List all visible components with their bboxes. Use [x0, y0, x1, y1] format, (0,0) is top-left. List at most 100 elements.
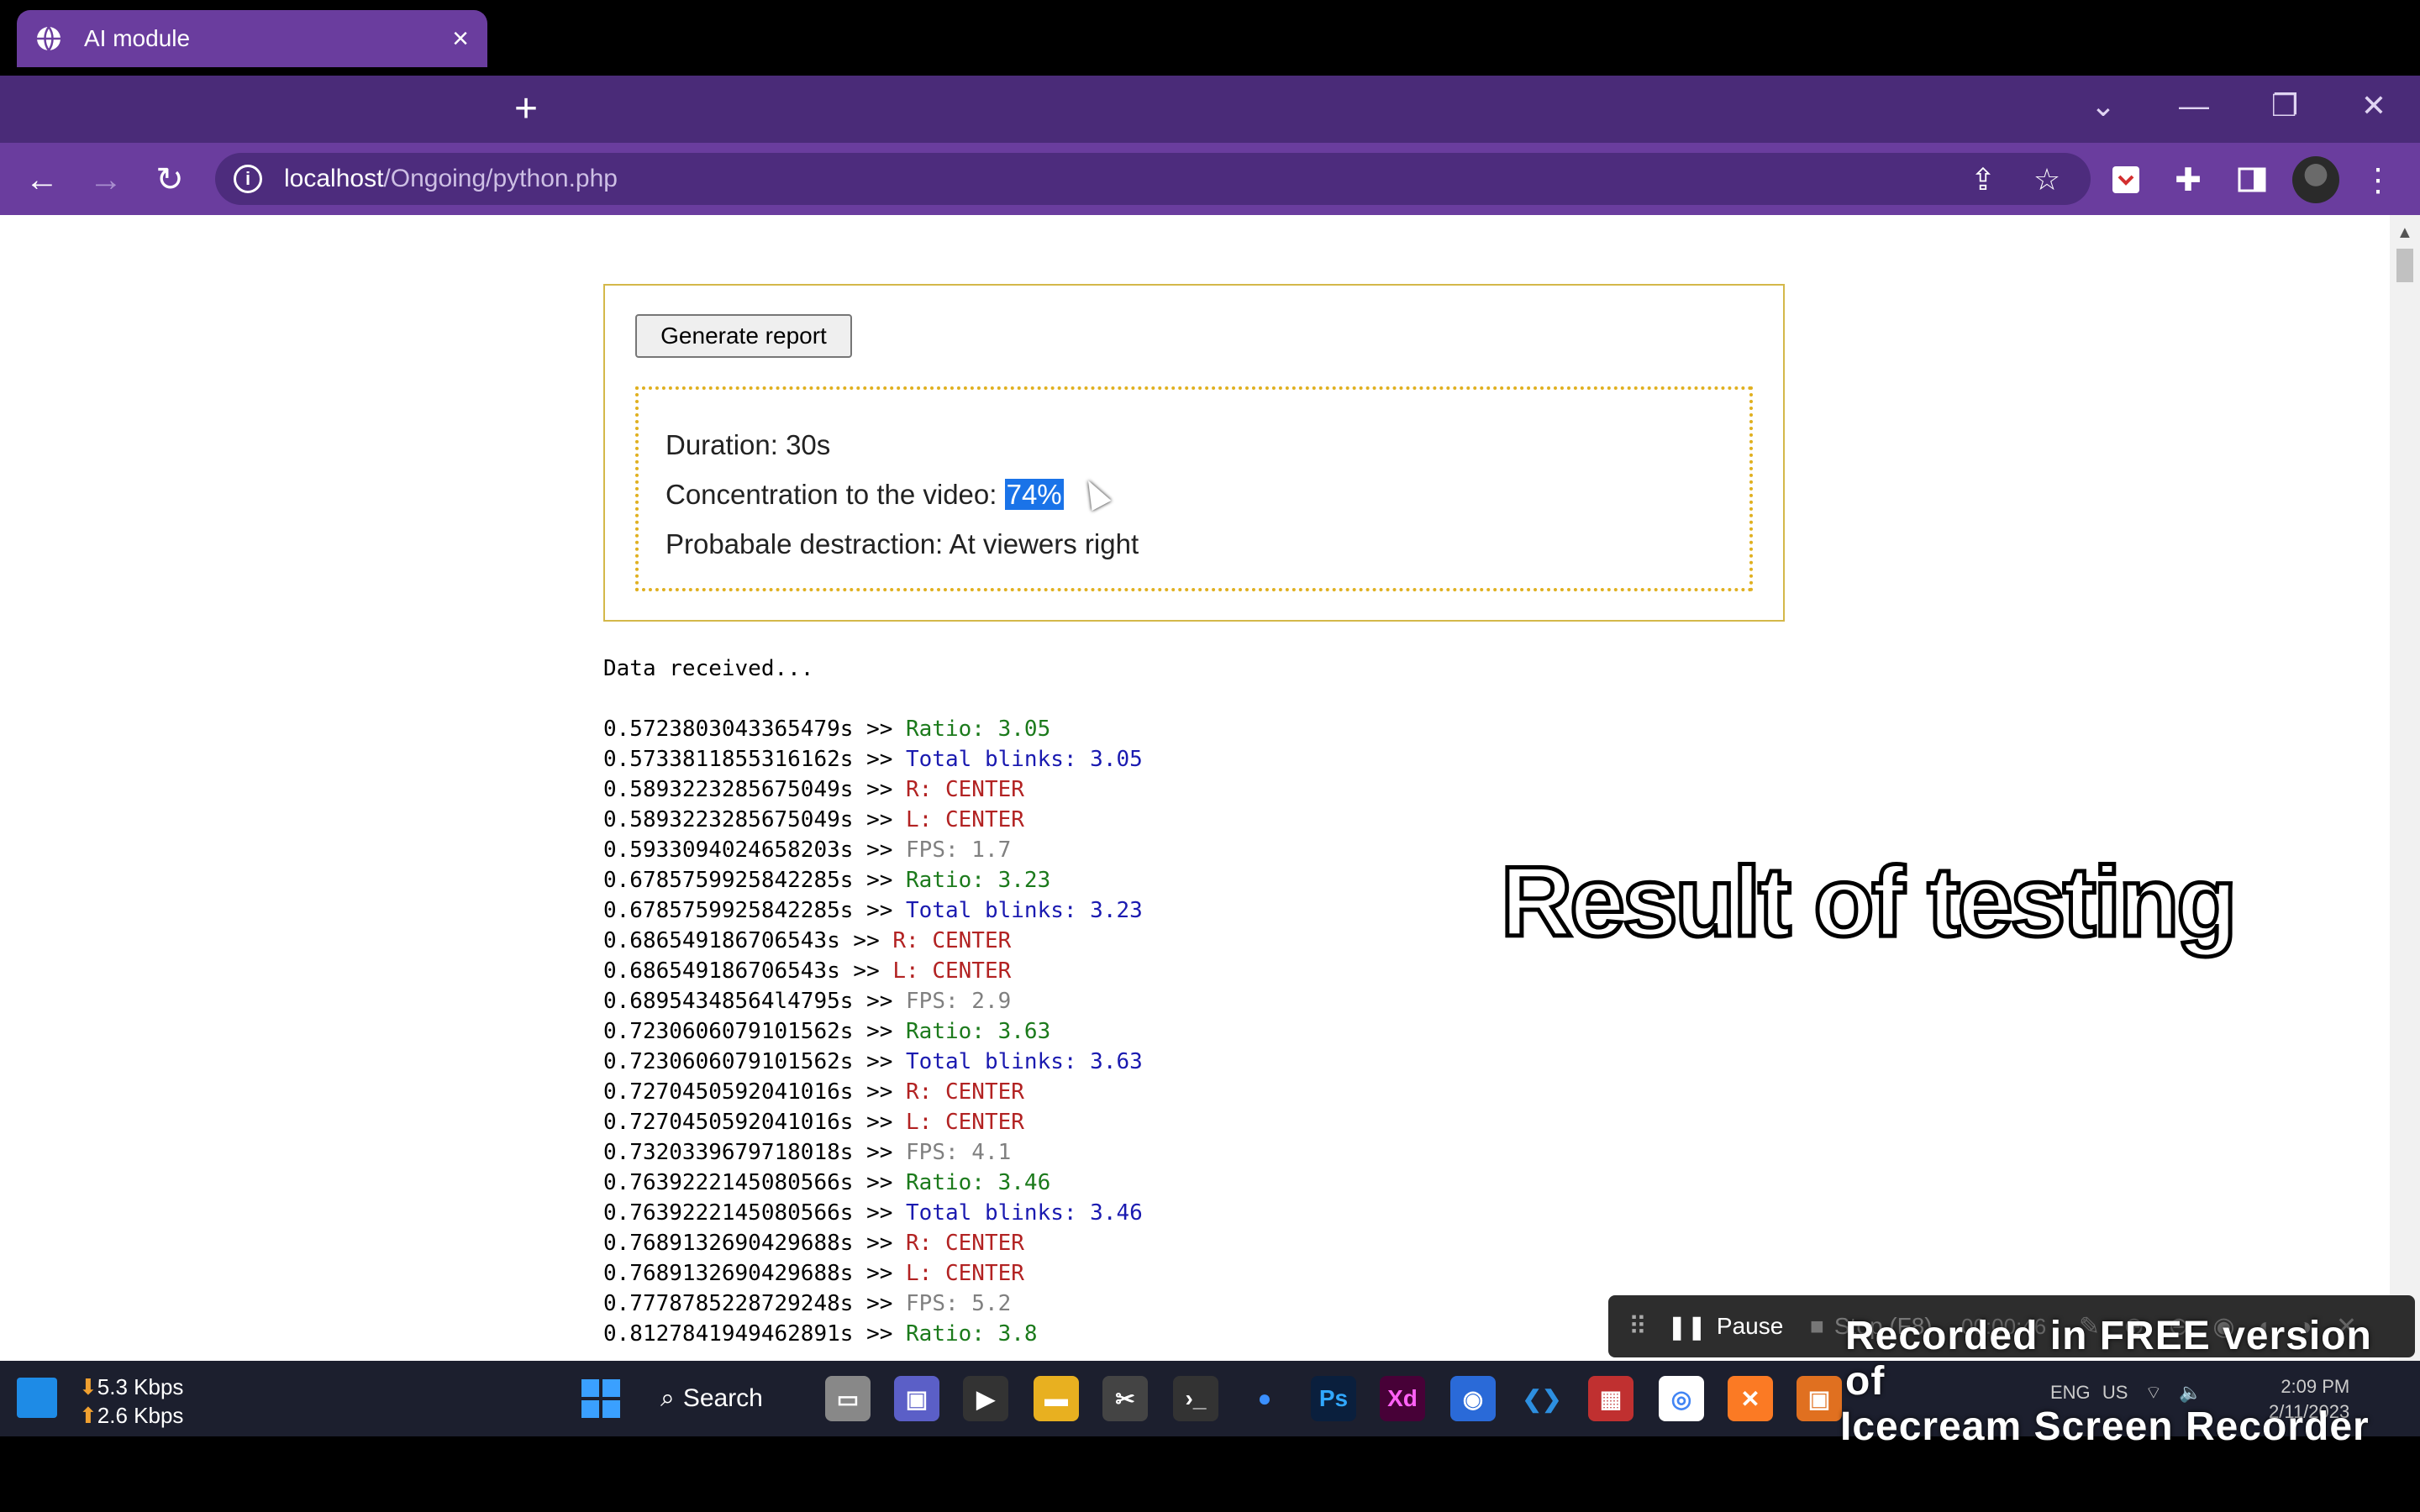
adobe-xd-icon[interactable]: Xd — [1380, 1376, 1425, 1421]
page-scrollbar[interactable]: ▲ — [2390, 215, 2420, 1361]
log-message: R: CENTER — [892, 928, 1012, 953]
log-message: Ratio: 3.23 — [906, 868, 1051, 893]
log-timestamp: 0.686549186706543s >> — [603, 958, 893, 984]
log-timestamp: 0.7689132690429688s >> — [603, 1261, 907, 1286]
log-message: L: CENTER — [906, 807, 1024, 832]
log-line: 0.7320339679718018s >> FPS: 4.1 — [603, 1137, 1143, 1168]
log-timestamp: 0.8127841949462891s >> — [603, 1321, 907, 1347]
menu-kebab-icon[interactable]: ⋮ — [2354, 156, 2402, 203]
log-line: 0.5893223285675049s >> R: CENTER — [603, 774, 1143, 805]
log-timestamp: 0.7270450592041016s >> — [603, 1079, 907, 1105]
recorder-app-icon[interactable]: ▣ — [1797, 1376, 1842, 1421]
scroll-up-icon[interactable]: ▲ — [2396, 223, 2413, 243]
tab-search-chevron-icon[interactable]: ⌄ — [2074, 81, 2133, 131]
log-line: 0.68954348564l4795s >> FPS: 2.9 — [603, 986, 1143, 1016]
address-bar[interactable]: i localhost/Ongoing/python.php — [215, 153, 2091, 205]
log-message: R: CENTER — [906, 777, 1024, 802]
log-line: 0.7778785228729248s >> FPS: 5.2 — [603, 1289, 1143, 1319]
log-message: R: CENTER — [906, 1231, 1024, 1256]
web-app-icon[interactable]: ◉ — [1450, 1376, 1496, 1421]
photoshop-icon[interactable]: Ps — [1311, 1376, 1356, 1421]
watermark-line-1: Recorded in FREE version of — [1845, 1314, 2372, 1404]
log-line: 0.7639222145080566s >> Total blinks: 3.4… — [603, 1198, 1143, 1228]
media-player-icon[interactable]: ▶ — [963, 1376, 1008, 1421]
log-timestamp: 0.5893223285675049s >> — [603, 777, 907, 802]
log-timestamp: 0.686549186706543s >> — [603, 928, 893, 953]
back-arrow-icon[interactable]: ← — [18, 156, 66, 203]
log-message: Total blinks: 3.23 — [906, 898, 1143, 923]
drop-app-icon[interactable]: ● — [1242, 1376, 1287, 1421]
log-line: 0.6785759925842285s >> Total blinks: 3.2… — [603, 895, 1143, 926]
bookmark-star-icon[interactable]: ☆ — [2023, 156, 2070, 203]
report-panel: Generate report Duration: 30s Concentrat… — [603, 284, 1785, 622]
log-timestamp: 0.7230606079101562s >> — [603, 1049, 907, 1074]
log-timestamp: 0.5733811855316162s >> — [603, 747, 907, 772]
data-log: Data received... 0.5723803043365479s >> … — [603, 654, 1143, 1349]
new-tab-button[interactable]: + — [514, 84, 538, 134]
log-message: L: CENTER — [892, 958, 1012, 984]
network-speed: ⬇5.3 Kbps ⬆2.6 Kbps — [79, 1374, 184, 1428]
forward-arrow-icon[interactable]: → — [82, 156, 129, 203]
profile-avatar[interactable] — [2292, 156, 2339, 203]
url-host: localhost — [284, 165, 384, 192]
windows-start-icon[interactable] — [581, 1379, 620, 1418]
log-timestamp: 0.7639222145080566s >> — [603, 1200, 907, 1226]
log-line: 0.686549186706543s >> R: CENTER — [603, 926, 1143, 956]
concentration-value: 74% — [1004, 479, 1064, 510]
globe-icon — [37, 26, 60, 51]
vscode-icon[interactable]: ❮❯ — [1519, 1376, 1565, 1421]
widgets-icon[interactable] — [17, 1378, 57, 1418]
duration-text: Duration: 30s — [666, 429, 831, 460]
log-line: 0.7270450592041016s >> L: CENTER — [603, 1107, 1143, 1137]
scrollbar-thumb[interactable] — [2396, 249, 2413, 282]
snipping-tool-icon[interactable]: ✂ — [1102, 1376, 1148, 1421]
log-message: Total blinks: 3.63 — [906, 1049, 1143, 1074]
log-line: 0.5933094024658203s >> FPS: 1.7 — [603, 835, 1143, 865]
log-timestamp: 0.7270450592041016s >> — [603, 1110, 907, 1135]
drag-grip-icon[interactable]: ⠿ — [1608, 1312, 1667, 1341]
window-close-icon[interactable]: ✕ — [2344, 81, 2403, 131]
pause-button[interactable]: ❚❚ Pause — [1667, 1313, 1810, 1341]
tab-close-icon[interactable]: × — [452, 23, 469, 55]
log-timestamp: 0.68954348564l4795s >> — [603, 989, 907, 1014]
log-line: 0.7689132690429688s >> R: CENTER — [603, 1228, 1143, 1258]
log-line: 0.5723803043365479s >> Ratio: 3.05 — [603, 714, 1143, 744]
log-message: Ratio: 3.46 — [906, 1170, 1051, 1195]
extensions-puzzle-icon[interactable]: ✚ — [2165, 156, 2212, 203]
net-up: 2.6 Kbps — [97, 1403, 184, 1428]
reload-icon[interactable]: ↻ — [146, 156, 193, 203]
side-panel-icon[interactable] — [2228, 156, 2275, 203]
tab-strip — [0, 76, 2420, 143]
taskbar-search-button[interactable]: ⌕ Search — [660, 1376, 792, 1421]
teams-icon[interactable]: ▣ — [894, 1376, 939, 1421]
extension-badge-icon[interactable] — [2102, 156, 2149, 203]
log-timestamp: 0.7320339679718018s >> — [603, 1140, 907, 1165]
log-message: L: CENTER — [906, 1110, 1024, 1135]
tab-ai-module[interactable]: AI module × — [17, 10, 487, 67]
log-message: FPS: 1.7 — [906, 837, 1012, 863]
office-app-icon[interactable]: ▦ — [1588, 1376, 1634, 1421]
log-message: FPS: 2.9 — [906, 989, 1012, 1014]
xampp-icon[interactable]: ✕ — [1728, 1376, 1773, 1421]
log-message: FPS: 5.2 — [906, 1291, 1012, 1316]
url-path: /Ongoing/python.php — [383, 165, 618, 192]
restore-icon[interactable]: ❐ — [2255, 81, 2314, 131]
file-explorer-icon[interactable]: ▬ — [1034, 1376, 1079, 1421]
log-line: 0.8127841949462891s >> Ratio: 3.8 — [603, 1319, 1143, 1349]
task-view-icon[interactable]: ▭ — [825, 1376, 871, 1421]
chrome-icon[interactable]: ◎ — [1659, 1376, 1704, 1421]
recorder-watermark: Recorded in FREE version of Icecream Scr… — [1840, 1314, 2420, 1450]
site-info-icon[interactable]: i — [234, 165, 262, 193]
log-message: Total blinks: 3.05 — [906, 747, 1143, 772]
watermark-line-2: Icecream Screen Recorder — [1840, 1404, 2370, 1449]
log-timestamp: 0.5933094024658203s >> — [603, 837, 907, 863]
log-timestamp: 0.7230606079101562s >> — [603, 1019, 907, 1044]
log-message: R: CENTER — [906, 1079, 1024, 1105]
log-header: Data received... — [603, 656, 814, 681]
share-icon[interactable]: ⇪ — [1960, 156, 2007, 203]
concentration-row: Concentration to the video: 74% — [666, 470, 1749, 519]
minimize-icon[interactable]: — — [2165, 81, 2223, 131]
net-down: 5.3 Kbps — [97, 1374, 184, 1399]
generate-report-button[interactable]: Generate report — [635, 314, 852, 358]
terminal-icon[interactable]: ›_ — [1173, 1376, 1218, 1421]
